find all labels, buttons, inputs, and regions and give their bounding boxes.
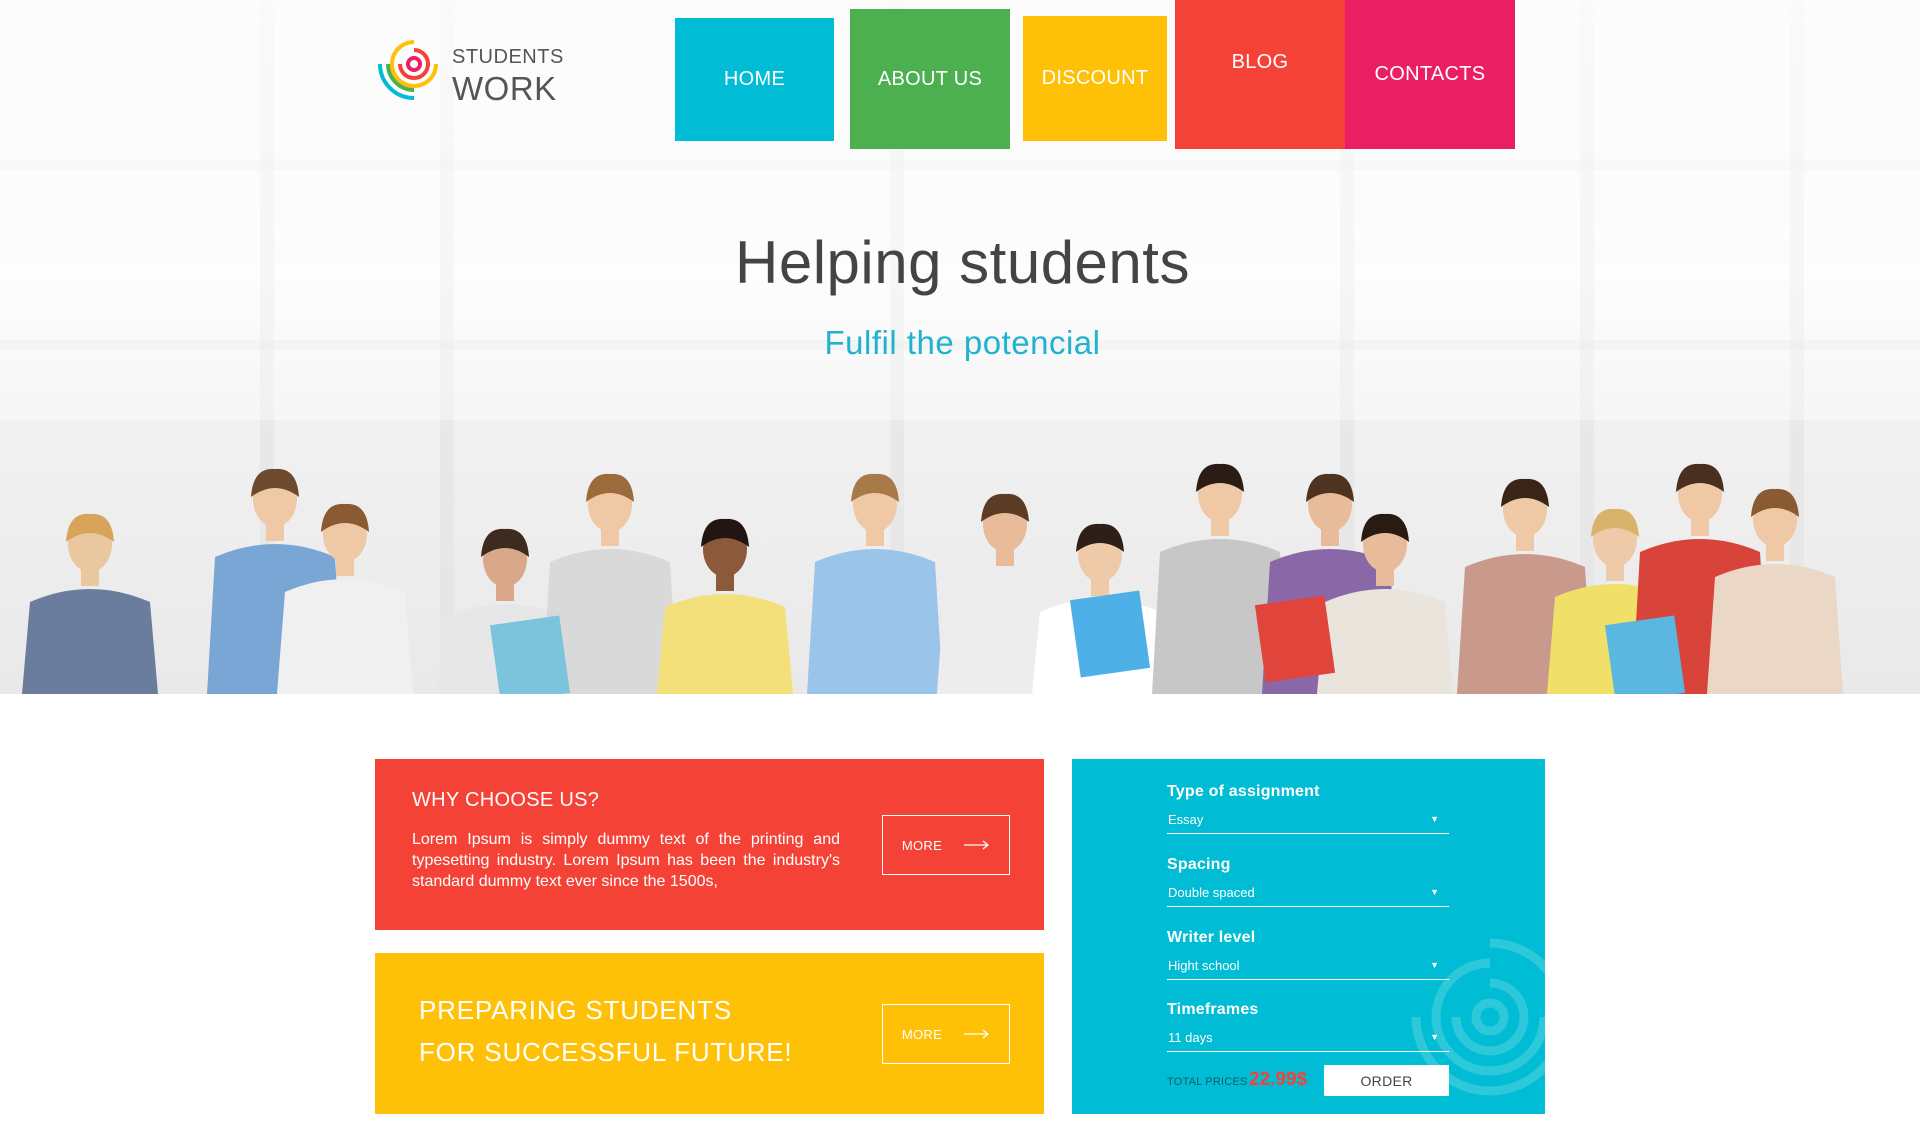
dropdown-arrow-icon: ▼ — [1430, 887, 1439, 897]
spacing-value: Double spaced — [1168, 885, 1255, 900]
timeframes-value: 11 days — [1168, 1030, 1213, 1045]
nav-home[interactable]: HOME — [675, 18, 834, 141]
student-figure — [807, 549, 943, 694]
total-price-value: 22.99$ — [1249, 1069, 1308, 1090]
dropdown-arrow-icon: ▼ — [1430, 814, 1439, 824]
students-group-image — [22, 463, 1843, 694]
notebook — [1254, 595, 1336, 683]
writer-level-value: Hight school — [1168, 958, 1240, 973]
why-choose-us-card: WHY CHOOSE US? Lorem Ipsum is simply dum… — [375, 759, 1044, 930]
writer-level-select[interactable]: Hight school ▼ — [1167, 954, 1449, 980]
dropdown-arrow-icon: ▼ — [1430, 1032, 1439, 1042]
total-price-label: TOTAL PRICES — [1167, 1076, 1248, 1088]
logo-rings-icon — [378, 40, 438, 100]
student-figure — [22, 589, 158, 694]
notebook — [1069, 590, 1151, 678]
arrow-right-icon — [964, 1029, 990, 1039]
logo-text-top: STUDENTS — [452, 46, 564, 68]
spacing-select[interactable]: Double spaced ▼ — [1167, 881, 1449, 907]
logo-text-bottom: WORK — [452, 70, 557, 107]
assignment-type-value: Essay — [1168, 812, 1204, 827]
site-logo[interactable]: STUDENTS WORK — [374, 34, 574, 108]
nav-about-us[interactable]: ABOUT US — [850, 9, 1010, 149]
order-button[interactable]: ORDER — [1324, 1065, 1449, 1096]
spacing-label: Spacing — [1167, 856, 1231, 873]
preparing-line-1: PREPARING STUDENTS — [419, 995, 732, 1025]
hero-subtitle: Fulfil the potencial — [824, 324, 1101, 361]
assignment-type-label: Type of assignment — [1167, 783, 1320, 800]
order-form-panel: Type of assignment Essay ▼ Spacing Doubl… — [1072, 759, 1545, 1114]
writer-level-label: Writer level — [1167, 929, 1256, 946]
preparing-line-2: FOR SUCCESSFUL FUTURE! — [419, 1037, 793, 1067]
nav-contacts[interactable]: CONTACTS — [1345, 0, 1515, 149]
dropdown-arrow-icon: ▼ — [1430, 960, 1439, 970]
assignment-type-select[interactable]: Essay ▼ — [1167, 808, 1449, 834]
student-figure — [1317, 589, 1453, 694]
student-figure — [277, 579, 413, 694]
why-more-button[interactable]: MORE — [882, 815, 1010, 875]
nav-blog[interactable]: BLOG — [1175, 0, 1345, 149]
student-figure — [657, 594, 793, 694]
preparing-students-card: PREPARING STUDENTS FOR SUCCESSFUL FUTURE… — [375, 953, 1044, 1114]
hero-title: Helping students — [735, 229, 1190, 296]
student-figure — [1707, 564, 1843, 694]
more-button-label: MORE — [901, 1026, 943, 1042]
preparing-more-button[interactable]: MORE — [882, 1004, 1010, 1064]
arrow-right-icon — [964, 840, 990, 850]
timeframes-select[interactable]: 11 days ▼ — [1167, 1026, 1449, 1052]
why-choose-us-text: Lorem Ipsum is simply dummy text of the … — [412, 831, 840, 890]
nav-discount[interactable]: DISCOUNT — [1023, 16, 1167, 141]
more-button-label: MORE — [901, 837, 943, 853]
notebook — [1604, 615, 1686, 694]
notebook — [489, 615, 571, 694]
timeframes-label: Timeframes — [1167, 1001, 1259, 1018]
why-choose-us-title: WHY CHOOSE US? — [412, 789, 600, 811]
